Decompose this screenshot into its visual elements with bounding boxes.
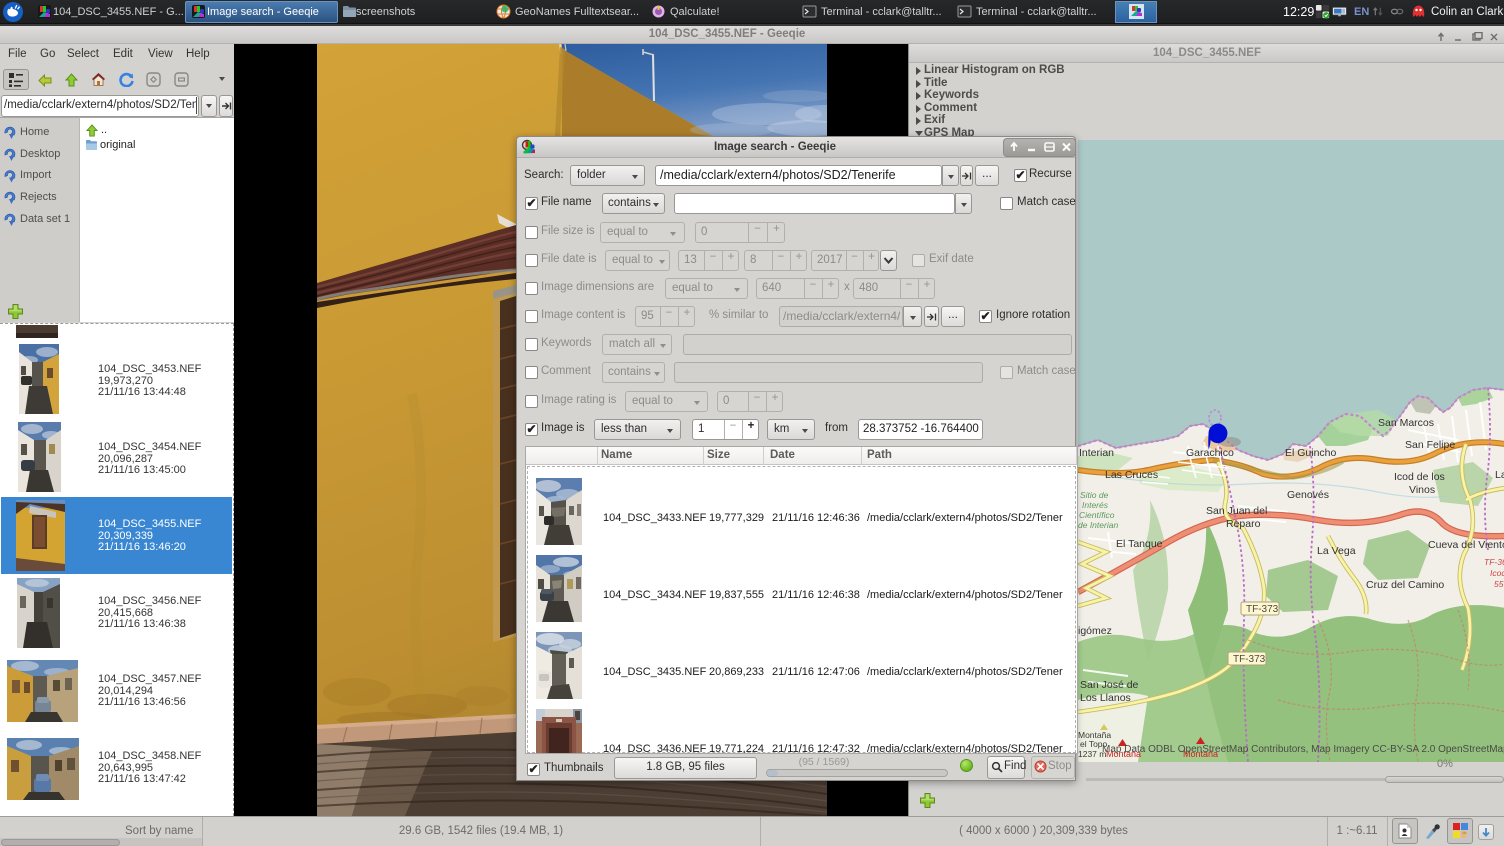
svg-text:55: 55 [1494,579,1504,589]
svg-text:El Tanque: El Tanque [1116,538,1163,550]
svg-text:San Felipe: San Felipe [1405,439,1455,451]
svg-text:Reparo: Reparo [1226,518,1261,530]
svg-text:Garachico: Garachico [1186,447,1234,459]
svg-text:TF-373: TF-373 [1246,604,1279,615]
svg-text:Cruz del Camino: Cruz del Camino [1366,579,1444,591]
svg-text:San Juan del: San Juan del [1206,505,1267,517]
svg-text:Científico: Científico [1079,510,1115,520]
svg-text:TF-366: TF-366 [1484,557,1504,567]
svg-text:Icod: Icod [1490,568,1504,578]
svg-text:Vinos: Vinos [1409,484,1435,496]
svg-text:Interés: Interés [1082,500,1109,510]
svg-text:Interian: Interian [1079,447,1114,459]
svg-text:La: La [1495,469,1504,481]
svg-text:igómez: igómez [1078,625,1112,637]
svg-text:Las Cruces: Las Cruces [1105,469,1158,481]
svg-text:San José de: San José de [1080,679,1139,691]
svg-text:San Marcos: San Marcos [1378,417,1434,429]
svg-text:de Interian: de Interian [1078,520,1118,530]
svg-text:TF-373: TF-373 [1233,654,1266,665]
svg-text:La Vega: La Vega [1317,545,1356,557]
svg-text:El Guincho: El Guincho [1285,447,1337,459]
svg-text:Icod de los: Icod de los [1394,471,1445,483]
svg-text:Cueva del Viento: Cueva del Viento [1428,539,1504,551]
svg-text:Genovés: Genovés [1287,489,1329,501]
svg-text:Los Llanos: Los Llanos [1080,692,1131,704]
svg-text:Sitio de: Sitio de [1080,490,1109,500]
svg-text:Map Data ODBL OpenStreetMap Co: Map Data ODBL OpenStreetMap Contributors… [1102,744,1504,755]
